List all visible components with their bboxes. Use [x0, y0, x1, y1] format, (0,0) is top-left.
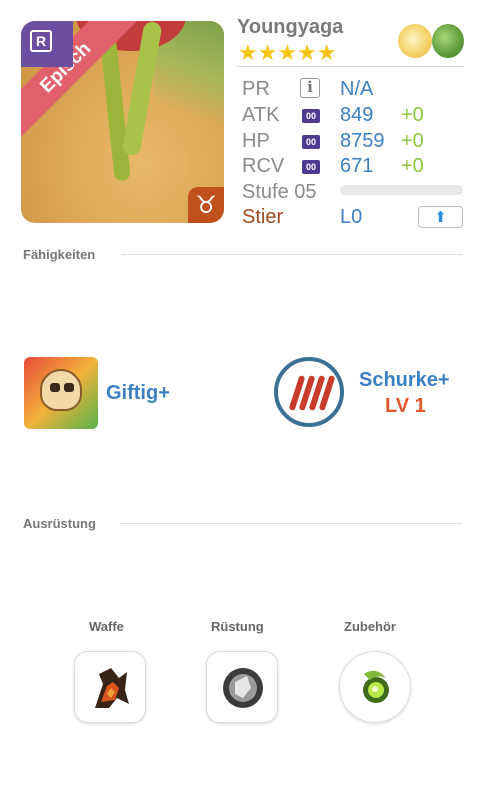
atk-value: 849: [340, 104, 374, 126]
skull-icon: [40, 369, 82, 411]
zodiac-sign-label: Stier: [242, 206, 284, 228]
rcv-enhance-badge: 00: [302, 160, 320, 174]
upgrade-button[interactable]: ⬆: [418, 206, 463, 228]
accessory-slot[interactable]: [339, 651, 411, 723]
pr-label: PR: [242, 78, 270, 100]
taurus-icon: ♉: [188, 187, 224, 223]
armor-label: Rüstung: [211, 619, 264, 634]
atk-label: ATK: [242, 104, 280, 126]
hp-label: HP: [242, 130, 270, 152]
rank-badge: R: [21, 21, 73, 67]
skull-eye: [50, 383, 60, 392]
accessory-icon: [363, 670, 389, 703]
arrow-up-icon: ⬆: [434, 208, 447, 226]
divider: [119, 523, 462, 524]
star-rating: ★★★★★: [238, 41, 337, 66]
info-icon[interactable]: i: [300, 78, 320, 98]
hero-portrait-card[interactable]: Episch R ♉: [21, 21, 224, 223]
skill-level: LV 1: [385, 395, 426, 417]
limit-level-value: L0: [340, 206, 363, 228]
rcv-value: 671: [340, 155, 374, 177]
skull-eye: [64, 383, 74, 392]
wood-element-icon: [432, 24, 464, 58]
rcv-bonus: +0: [401, 155, 424, 177]
equipment-section-title: Ausrüstung: [23, 516, 96, 531]
skill-name[interactable]: Schurke+: [359, 369, 450, 392]
skills-section-title: Fähigkeiten: [23, 247, 96, 262]
weapon-label: Waffe: [89, 619, 124, 634]
hp-enhance-badge: 00: [302, 135, 320, 149]
atk-bonus: +0: [401, 104, 424, 126]
hp-value: 8759: [340, 130, 385, 152]
rcv-label: RCV: [242, 155, 285, 177]
hero-name: Youngyaga: [237, 16, 344, 38]
divider: [122, 254, 462, 255]
hp-bonus: +0: [401, 130, 424, 152]
armor-slot[interactable]: [206, 651, 278, 723]
divider: [236, 66, 464, 67]
level-progress-bar: [340, 185, 463, 195]
atk-enhance-badge: 00: [302, 109, 320, 123]
skill-name[interactable]: Giftig+: [106, 382, 170, 405]
accessory-label: Zubehör: [344, 619, 396, 634]
pr-value: N/A: [340, 78, 374, 100]
light-element-icon: [398, 24, 432, 58]
rank-badge-letter: R: [30, 30, 52, 52]
claw-skill-icon[interactable]: [274, 357, 344, 427]
armor-icon: [223, 668, 263, 708]
level-label: Stufe 05: [242, 181, 317, 203]
weapon-icon: [95, 668, 129, 708]
weapon-slot[interactable]: [74, 651, 146, 723]
poison-skill-icon[interactable]: [24, 357, 98, 429]
